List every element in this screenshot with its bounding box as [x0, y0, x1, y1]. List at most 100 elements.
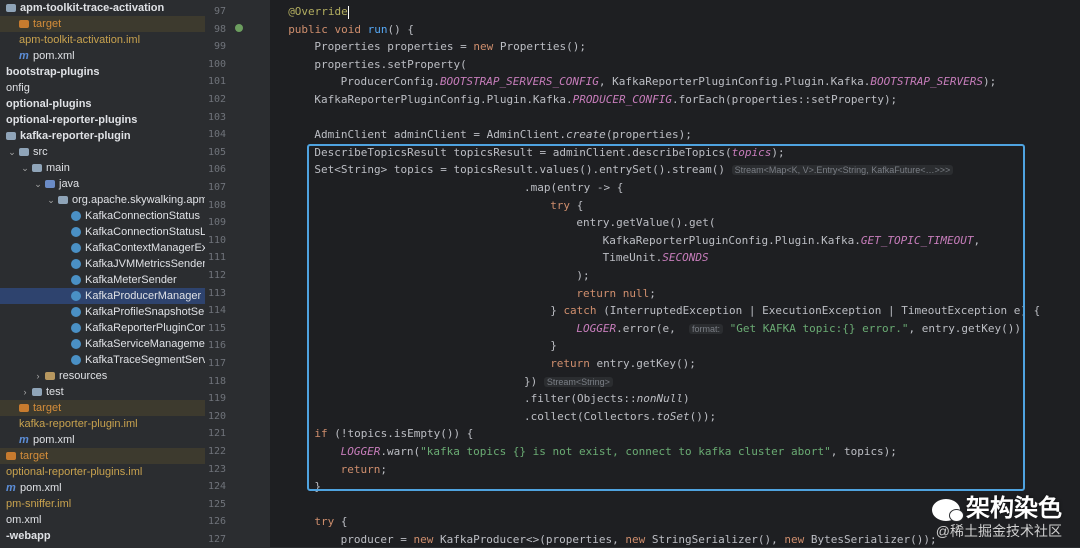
code-line[interactable]: @Override	[288, 3, 349, 20]
tree-item[interactable]: target	[0, 400, 205, 416]
code-line[interactable]: ProducerConfig.BOOTSTRAP_SERVERS_CONFIG,…	[341, 73, 997, 90]
tree-item[interactable]: target	[0, 448, 205, 464]
tree-item[interactable]: m pom.xml	[0, 432, 205, 448]
chevron-right-icon[interactable]: ›	[20, 384, 30, 400]
tree-item[interactable]: optional-plugins	[0, 96, 205, 112]
tree-item[interactable]: om.xml	[0, 512, 205, 528]
code-line[interactable]: Properties properties = new Properties()…	[314, 38, 586, 55]
watermark-subtitle: @稀土掘金技术社区	[935, 523, 1062, 539]
tree-item-label: target	[20, 450, 49, 462]
code-token: (properties);	[605, 128, 692, 142]
tree-item-label: KafkaProducerManager	[85, 290, 202, 302]
tree-item[interactable]: ⌄ main	[0, 160, 205, 176]
tree-item-label: java	[59, 178, 80, 190]
tree-item[interactable]: › test	[0, 384, 205, 400]
class-icon	[71, 307, 81, 317]
class-icon	[71, 291, 81, 301]
tree-item[interactable]: ⌄ java	[0, 176, 205, 192]
wechat-icon	[932, 498, 964, 522]
line-number: 126	[207, 516, 226, 528]
tree-item[interactable]: apm-toolkit-trace-activation	[0, 0, 205, 16]
line-number: 125	[207, 498, 226, 510]
chevron-down-icon[interactable]: ⌄	[20, 160, 30, 176]
code-line[interactable]: public void run() {	[288, 21, 414, 38]
chevron-down-icon[interactable]: ⌄	[7, 144, 17, 160]
code-token: .forEach(properties::setProperty);	[672, 93, 898, 106]
tree-item-label: src	[33, 146, 48, 158]
tree-item[interactable]: KafkaConnectionStatusL	[0, 224, 205, 240]
chevron-down-icon[interactable]: ⌄	[46, 192, 56, 208]
tree-item[interactable]: KafkaMeterSender	[0, 272, 205, 288]
class-icon	[71, 355, 81, 365]
tree-item-label: optional-reporter-plugins	[6, 114, 138, 126]
tree-item-label: optional-reporter-plugins.iml	[6, 466, 143, 478]
code-token: ProducerConfig.	[340, 75, 440, 89]
tree-item[interactable]: KafkaReporterPluginCon	[0, 320, 205, 336]
code-token: producer =	[340, 533, 414, 546]
code-line[interactable]: properties.setProperty(	[314, 56, 466, 73]
tree-item-label: pom.xml	[20, 482, 62, 494]
line-number: 98	[213, 23, 226, 35]
tree-item[interactable]: KafkaTraceSegmentServiceClient	[0, 352, 205, 368]
override-gutter-icon[interactable]	[235, 24, 243, 32]
tree-item-label: apm-toolkit-activation.iml	[19, 34, 141, 46]
tree-item[interactable]: m pom.xml	[0, 480, 205, 496]
code-line[interactable]: AdminClient adminClient = AdminClient.cr…	[314, 126, 692, 143]
tree-item-label: KafkaMeterSender	[85, 274, 177, 286]
code-token: new	[413, 533, 440, 546]
code-token: );	[983, 75, 997, 89]
project-tree-panel: apm-toolkit-trace-activation target apm-to…	[0, 0, 206, 547]
line-number: 115	[207, 322, 226, 334]
code-token: {	[340, 515, 348, 529]
chevron-down-icon[interactable]: ⌄	[33, 176, 43, 192]
line-number: 122	[207, 446, 226, 457]
highlight-box	[307, 144, 1025, 491]
tree-item[interactable]: ⌄ org.apache.skywalking.apm	[0, 192, 205, 208]
tree-item-label: KafkaProfileSnapshotSer	[85, 306, 206, 318]
line-number: 120	[207, 410, 226, 422]
code-token: @Override	[288, 5, 348, 18]
chevron-right-icon[interactable]: ›	[33, 368, 43, 384]
code-line[interactable]: try {	[314, 513, 347, 530]
line-number: 102	[207, 94, 226, 105]
tree-item[interactable]: m pom.xml	[0, 48, 205, 64]
tree-item[interactable]: onfig	[0, 80, 205, 96]
line-number: 106	[207, 164, 226, 176]
tree-item[interactable]: KafkaConnectionStatus	[0, 208, 205, 224]
tree-item[interactable]: apm-toolkit-activation.iml	[0, 32, 205, 48]
tree-item[interactable]: KafkaServiceManagemer	[0, 336, 205, 352]
code-token: create	[566, 128, 606, 142]
tree-item-label: pm-sniffer.iml	[6, 498, 72, 510]
code-token: Properties properties =	[314, 40, 474, 54]
tree-item[interactable]: KafkaJVMMetricsSender	[0, 256, 205, 272]
folder-icon	[45, 372, 55, 380]
tree-item[interactable]: KafkaContextManagerEx	[0, 240, 205, 256]
code-line[interactable]: producer = new KafkaProducer<>(propertie…	[341, 531, 937, 547]
tree-item[interactable]: › resources	[0, 368, 205, 384]
line-number: 124	[207, 481, 226, 493]
tree-item[interactable]: pm-sniffer.iml	[0, 496, 205, 512]
tree-item[interactable]: kafka-reporter-plugin.iml	[0, 416, 205, 432]
tree-item[interactable]: optional-reporter-plugins.iml	[0, 464, 205, 480]
line-number: 123	[207, 463, 226, 475]
tree-item[interactable]: -webapp	[0, 528, 205, 544]
class-icon	[71, 243, 81, 253]
tree-item[interactable]: target	[0, 16, 205, 32]
tree-item-label: main	[46, 162, 70, 174]
tree-item-label: -webapp	[6, 530, 51, 542]
tree-item-label: pom.xml	[33, 50, 75, 62]
tree-item[interactable]: kafka-reporter-plugin	[0, 128, 205, 144]
tree-item[interactable]: KafkaProducerManager	[0, 288, 205, 304]
code-line[interactable]: KafkaReporterPluginConfig.Plugin.Kafka.P…	[314, 91, 897, 108]
tree-item-label: optional-plugins	[6, 98, 92, 110]
tree-item[interactable]: optional-reporter-plugins	[0, 112, 205, 128]
tree-item-label: KafkaServiceManagemer	[85, 338, 206, 350]
tree-item[interactable]: ⌄ src	[0, 144, 205, 160]
code-token: void	[334, 22, 368, 36]
line-number-gutter: 97 98 99 100 101 102 103 104 105 106 107 108 109 110 1…	[205, 0, 270, 547]
tree-item-label: resources	[59, 370, 108, 382]
code-token: () {	[387, 22, 415, 36]
tree-item[interactable]: bootstrap-plugins	[0, 64, 205, 80]
line-number: 117	[207, 358, 226, 369]
tree-item[interactable]: KafkaProfileSnapshotSer	[0, 304, 205, 320]
